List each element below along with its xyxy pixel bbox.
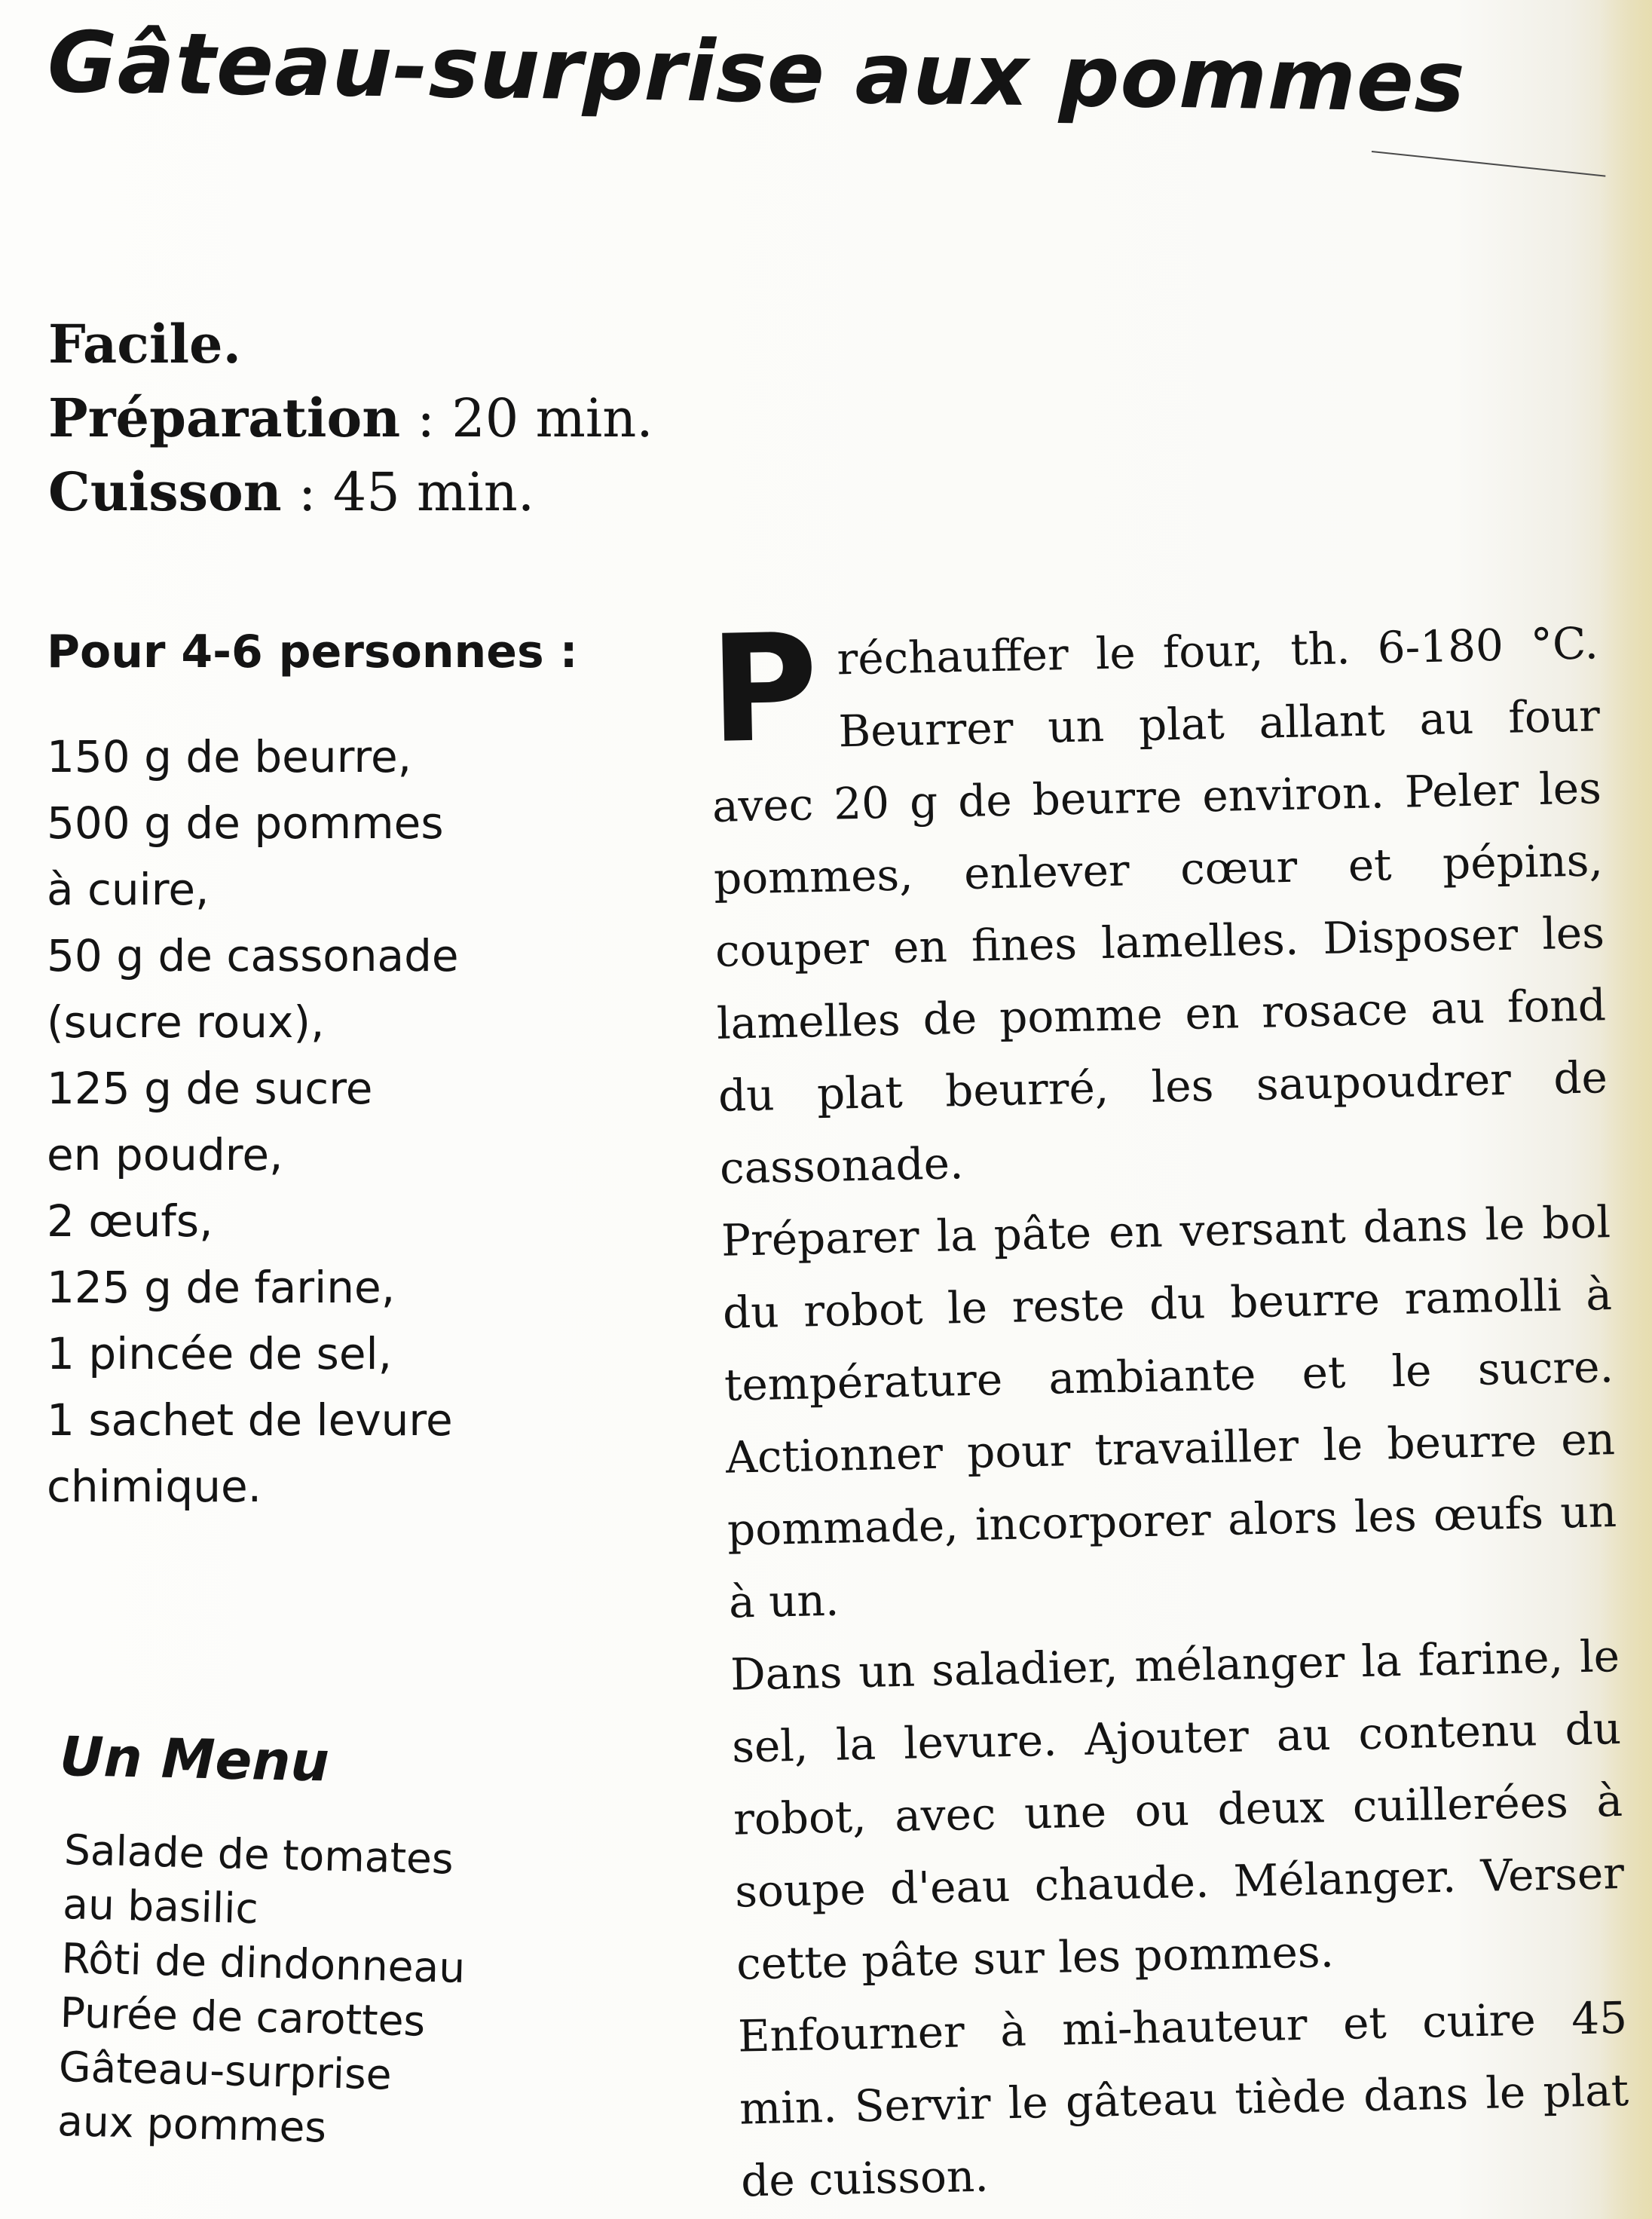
preparation-time: Préparation : 20 min. [48, 381, 653, 455]
instruction-paragraph: Dans un saladier, mélanger la farine, le… [730, 1630, 1625, 1990]
recipe-instructions: P réchauffer le four, th. 6-180 °C. Beur… [708, 601, 1631, 2217]
ingredient-line: (sucre roux), [47, 996, 325, 1048]
recipe-meta: Facile. Préparation : 20 min. Cuisson : … [48, 308, 653, 529]
menu-line: Purée de carottes [60, 1988, 426, 2046]
instruction-paragraph: réchauffer le four, th. 6-180 °C. Beurre… [711, 617, 1608, 1194]
menu-list: Salade de tomates au basilic Rôti de din… [57, 1823, 468, 2158]
ingredient-line: 125 g de farine, [47, 1262, 396, 1313]
ingredient-line: à cuire, [47, 864, 210, 915]
menu-line: Salade de tomates [63, 1825, 454, 1884]
ingredients-list: 150 g de beurre, 500 g de pommes à cuire… [47, 724, 459, 1520]
menu-line: au basilic [62, 1879, 259, 1933]
ingredient-line: 125 g de sucre [47, 1063, 373, 1114]
recipe-title: Gâteau-surprise aux pommes [47, 14, 1467, 132]
ingredient-line: 2 œufs, [47, 1195, 213, 1247]
ingredient-line: 500 g de pommes [47, 797, 444, 849]
menu-line: aux pommes [57, 2096, 327, 2152]
preparation-label: Préparation [48, 387, 401, 449]
menu-line: Rôti de dindonneau [60, 1933, 466, 1993]
menu-line: Gâteau-surprise [58, 2042, 393, 2099]
ingredient-line: 1 sachet de levure [47, 1394, 453, 1446]
instruction-paragraph: Enfourner à mi-hauteur et cuire 45 min. … [737, 1991, 1629, 2207]
ingredient-line: 50 g de cassonade [47, 930, 459, 981]
ingredient-line: 1 pincée de sel, [47, 1328, 393, 1379]
cooking-time: Cuisson : 45 min. [48, 455, 653, 529]
ingredient-line: 150 g de beurre, [47, 731, 412, 782]
cuisson-value: : 45 min. [281, 461, 535, 523]
ingredient-line: chimique. [47, 1461, 262, 1512]
cookbook-page: Gâteau-surprise aux pommes Facile. Prépa… [0, 0, 1652, 2219]
difficulty: Facile. [48, 313, 241, 375]
ingredients-heading: Pour 4-6 personnes : [47, 626, 578, 678]
instruction-paragraph: Préparer la pâte en versant dans le bol … [720, 1196, 1617, 1628]
ingredient-line: en poudre, [47, 1129, 283, 1180]
preparation-value: : 20 min. [400, 387, 653, 449]
menu-heading: Un Menu [59, 1725, 330, 1794]
drop-cap: P [708, 601, 820, 776]
title-underline-rule [1371, 151, 1606, 177]
cuisson-label: Cuisson [48, 461, 282, 523]
